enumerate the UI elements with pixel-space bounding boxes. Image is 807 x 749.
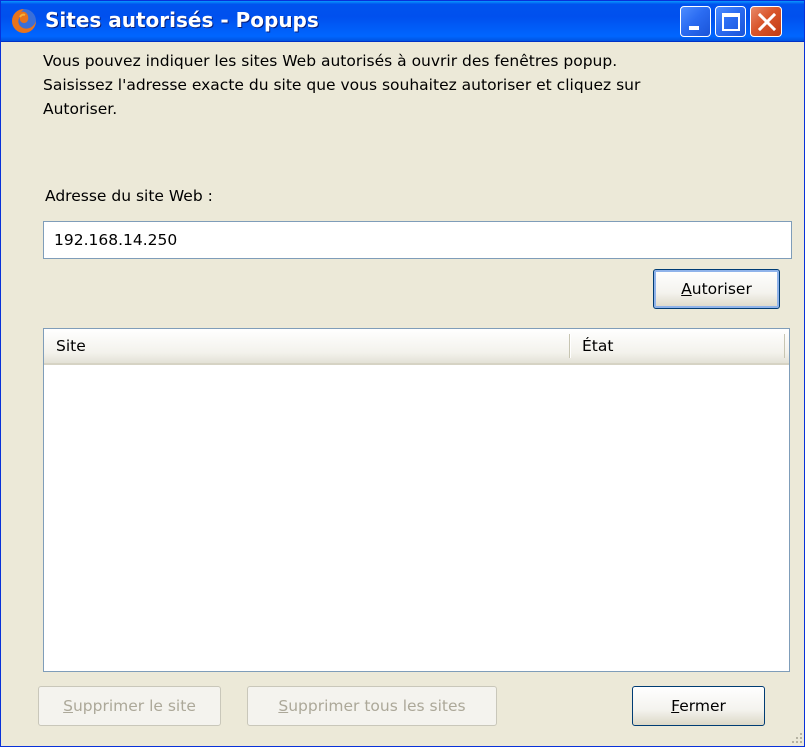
remove-all-accel: S — [278, 697, 289, 715]
remove-site-label: upprimer le site — [72, 697, 196, 715]
column-header-state[interactable]: État — [582, 337, 613, 355]
close-icon — [757, 12, 777, 32]
firefox-icon — [10, 7, 38, 35]
list-body[interactable] — [44, 365, 789, 671]
sites-list[interactable]: Site État — [43, 328, 790, 672]
minimize-button[interactable] — [680, 6, 711, 37]
minimize-icon — [689, 26, 699, 30]
title-bar[interactable]: Sites autorisés - Popups — [1, 1, 804, 42]
list-header: Site État — [44, 329, 789, 365]
close-button[interactable]: Fermer — [632, 686, 765, 726]
remove-all-label: upprimer tous les sites — [288, 697, 466, 715]
resize-grip-icon[interactable] — [788, 729, 804, 745]
allow-accel: A — [681, 280, 692, 298]
address-input[interactable]: 192.168.14.250 — [43, 221, 792, 259]
column-picker-divider — [784, 334, 785, 358]
close-window-button[interactable] — [750, 6, 782, 37]
remove-site-button[interactable]: Supprimer le site — [38, 686, 221, 726]
column-header-site[interactable]: Site — [56, 337, 86, 355]
remove-site-accel: S — [63, 697, 73, 715]
maximize-button[interactable] — [715, 6, 746, 37]
allow-label: utoriser — [691, 280, 752, 298]
close-label: ermer — [679, 697, 726, 715]
close-accel: F — [671, 697, 680, 715]
instructions-text: Vous pouvez indiquer les sites Web autor… — [43, 52, 641, 118]
popup-exceptions-dialog: Sites autorisés - Popups Vous pouvez ind… — [0, 0, 805, 747]
column-divider[interactable] — [569, 334, 571, 358]
address-label: Adresse du site Web : — [45, 187, 213, 205]
maximize-icon — [722, 13, 740, 31]
remove-all-sites-button[interactable]: Supprimer tous les sites — [247, 686, 497, 726]
allow-button[interactable]: Autoriser — [653, 269, 780, 309]
window-title: Sites autorisés - Popups — [45, 8, 319, 32]
